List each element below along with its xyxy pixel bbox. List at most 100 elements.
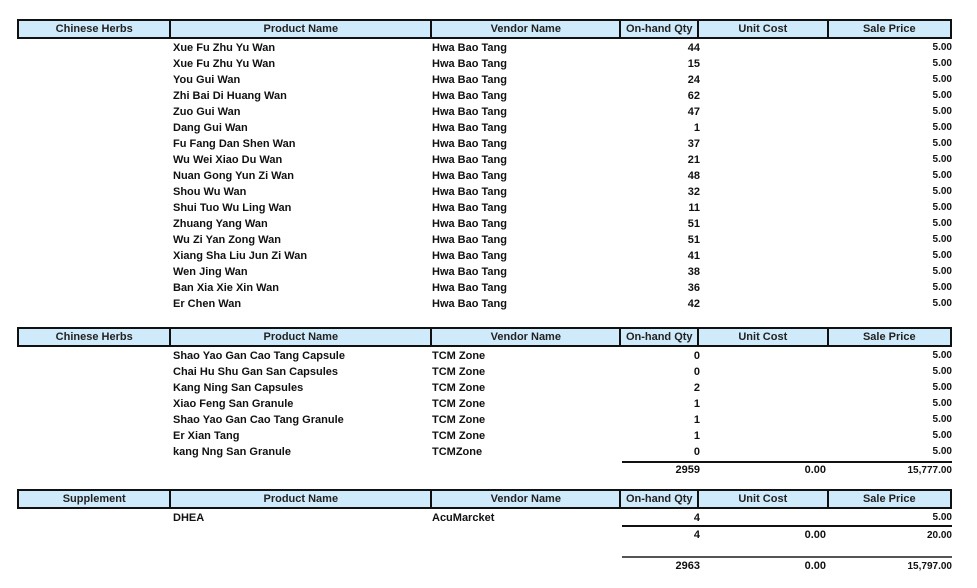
unit-cost bbox=[700, 412, 830, 428]
product-name: Er Xian Tang bbox=[173, 430, 240, 442]
vendor-name: Hwa Bao Tang bbox=[432, 298, 507, 310]
sale-price: 5.00 bbox=[932, 74, 952, 85]
unit-cost bbox=[700, 56, 830, 72]
sale-price: 5.00 bbox=[932, 250, 952, 261]
sale-price: 5.00 bbox=[932, 430, 952, 441]
table-row: Shao Yao Gan Cao Tang Capsule TCM Zone 0 5.… bbox=[17, 348, 952, 364]
vendor-name: Hwa Bao Tang bbox=[432, 234, 507, 246]
header-product-name: Product Name bbox=[171, 329, 433, 345]
table-row: Dang Gui Wan Hwa Bao Tang 1 5.00 bbox=[17, 120, 952, 136]
unit-cost bbox=[700, 136, 830, 152]
sale-price: 5.00 bbox=[932, 202, 952, 213]
unit-cost bbox=[700, 380, 830, 396]
header-product-name: Product Name bbox=[171, 21, 433, 37]
sale-price: 5.00 bbox=[932, 154, 952, 165]
sale-price: 5.00 bbox=[932, 106, 952, 117]
on-hand-qty: 21 bbox=[687, 154, 700, 166]
unit-cost bbox=[700, 216, 830, 232]
product-name: Wen Jing Wan bbox=[173, 266, 248, 278]
table-row: Wen Jing Wan Hwa Bao Tang 38 5.00 bbox=[17, 264, 952, 280]
row-category bbox=[17, 428, 170, 444]
on-hand-qty: 51 bbox=[687, 218, 700, 230]
vendor-name: Hwa Bao Tang bbox=[432, 106, 507, 118]
row-category bbox=[17, 412, 170, 428]
table-row: Shao Yao Gan Cao Tang Granule TCM Zone 1 5.… bbox=[17, 412, 952, 428]
table-body: Xue Fu Zhu Yu Wan Hwa Bao Tang 44 5.00 Xue F… bbox=[17, 40, 952, 312]
product-name: Shou Wu Wan bbox=[173, 186, 247, 198]
vendor-name: Hwa Bao Tang bbox=[432, 58, 507, 70]
sale-price: 5.00 bbox=[932, 298, 952, 309]
table-body: DHEA AcuMarcket 4 5.00 bbox=[17, 510, 952, 526]
sale-price: 5.00 bbox=[932, 234, 952, 245]
table-row: Zuo Gui Wan Hwa Bao Tang 47 5.00 bbox=[17, 104, 952, 120]
header-on-hand-qty: On-hand Qty bbox=[621, 21, 700, 37]
vendor-name: TCM Zone bbox=[432, 398, 486, 410]
row-category bbox=[17, 120, 170, 136]
vendor-name: Hwa Bao Tang bbox=[432, 186, 507, 198]
header-unit-cost: Unit Cost bbox=[699, 21, 829, 37]
on-hand-qty: 37 bbox=[687, 138, 700, 150]
vendor-name: Hwa Bao Tang bbox=[432, 122, 507, 134]
unit-cost bbox=[700, 72, 830, 88]
vendor-name: TCM Zone bbox=[432, 366, 486, 378]
sale-price: 5.00 bbox=[932, 42, 952, 53]
unit-cost bbox=[700, 200, 830, 216]
table-row: Xue Fu Zhu Yu Wan Hwa Bao Tang 44 5.00 bbox=[17, 40, 952, 56]
on-hand-qty: 0 bbox=[693, 350, 700, 362]
sale-price: 5.00 bbox=[932, 366, 952, 377]
product-name: Dang Gui Wan bbox=[173, 122, 248, 134]
product-name: Fu Fang Dan Shen Wan bbox=[173, 138, 296, 150]
sale-price: 5.00 bbox=[932, 138, 952, 149]
vendor-name: TCM Zone bbox=[432, 414, 486, 426]
unit-cost bbox=[700, 348, 830, 364]
product-name: Xiang Sha Liu Jun Zi Wan bbox=[173, 250, 308, 262]
subtotal-cost: 0.00 bbox=[804, 529, 826, 541]
sale-price: 5.00 bbox=[932, 414, 952, 425]
unit-cost bbox=[700, 104, 830, 120]
unit-cost bbox=[700, 168, 830, 184]
unit-cost bbox=[700, 510, 830, 526]
row-category bbox=[17, 348, 170, 364]
header-category: Chinese Herbs bbox=[19, 329, 172, 345]
product-name: Xue Fu Zhu Yu Wan bbox=[173, 58, 276, 70]
row-category bbox=[17, 296, 170, 312]
vendor-name: Hwa Bao Tang bbox=[432, 42, 507, 54]
unit-cost bbox=[700, 40, 830, 56]
product-name: Xue Fu Zhu Yu Wan bbox=[173, 42, 276, 54]
unit-cost bbox=[700, 364, 830, 380]
table-row: Xue Fu Zhu Yu Wan Hwa Bao Tang 15 5.00 bbox=[17, 56, 952, 72]
row-category bbox=[17, 72, 170, 88]
row-category bbox=[17, 444, 170, 460]
row-category bbox=[17, 56, 170, 72]
unit-cost bbox=[700, 396, 830, 412]
table-row: You Gui Wan Hwa Bao Tang 24 5.00 bbox=[17, 72, 952, 88]
product-name: Kang Ning San Capsules bbox=[173, 382, 304, 394]
product-name: Wu Zi Yan Zong Wan bbox=[173, 234, 281, 246]
table-row: Shou Wu Wan Hwa Bao Tang 32 5.00 bbox=[17, 184, 952, 200]
row-category bbox=[17, 380, 170, 396]
sale-price: 5.00 bbox=[932, 382, 952, 393]
unit-cost bbox=[700, 444, 830, 460]
sale-price: 5.00 bbox=[932, 512, 952, 523]
vendor-name: Hwa Bao Tang bbox=[432, 154, 507, 166]
table-row: Xiao Feng San Granule TCM Zone 1 5.00 bbox=[17, 396, 952, 412]
row-category bbox=[17, 216, 170, 232]
on-hand-qty: 1 bbox=[693, 122, 700, 134]
product-name: DHEA bbox=[173, 512, 205, 524]
on-hand-qty: 47 bbox=[687, 106, 700, 118]
on-hand-qty: 48 bbox=[687, 170, 700, 182]
header-product-name: Product Name bbox=[171, 491, 433, 507]
header-sale-price: Sale Price bbox=[862, 493, 916, 505]
product-name: Zhi Bai Di Huang Wan bbox=[173, 90, 287, 102]
header-category: Chinese Herbs bbox=[19, 21, 172, 37]
on-hand-qty: 44 bbox=[687, 42, 700, 54]
on-hand-qty: 2 bbox=[693, 382, 700, 394]
subtotal-price: 15,777.00 bbox=[907, 465, 953, 476]
vendor-name: Hwa Bao Tang bbox=[432, 250, 507, 262]
sale-price: 5.00 bbox=[932, 282, 952, 293]
vendor-name: Hwa Bao Tang bbox=[432, 170, 507, 182]
vendor-name: TCM Zone bbox=[432, 350, 486, 362]
vendor-name: Hwa Bao Tang bbox=[432, 202, 507, 214]
table-row: Xiang Sha Liu Jun Zi Wan Hwa Bao Tang 41 5.… bbox=[17, 248, 952, 264]
on-hand-qty: 0 bbox=[693, 446, 700, 458]
